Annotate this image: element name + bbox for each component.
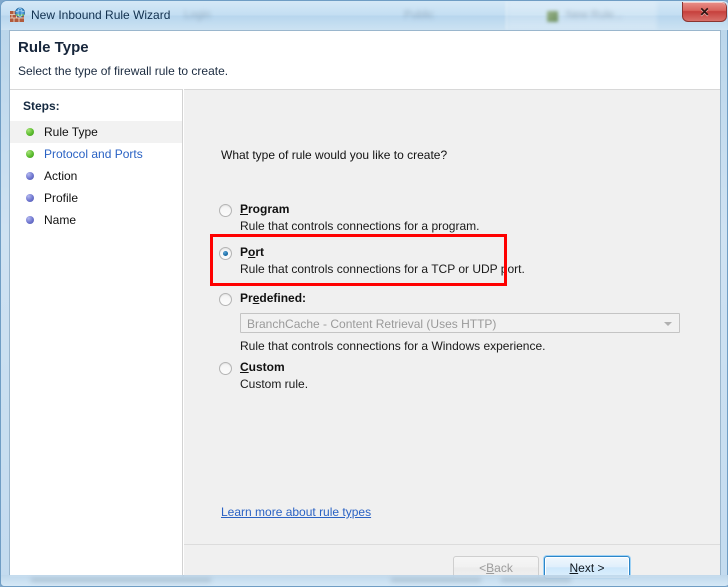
step-bullet-icon [26, 216, 34, 224]
sidebar-item-label: Protocol and Ports [44, 147, 143, 161]
ghost-background-divider [506, 1, 507, 30]
window-title: New Inbound Rule Wizard [31, 8, 171, 22]
firewall-globe-icon [10, 7, 25, 22]
option-program-label-rest: rogram [248, 202, 290, 216]
sidebar-item-protocol-and-ports[interactable]: Protocol and Ports [10, 143, 182, 165]
wizard-window: Login Public New Rule... New Inbound Rul… [0, 0, 728, 587]
radio-port[interactable] [219, 247, 232, 260]
option-port-label-rest: rt [255, 245, 265, 259]
option-port-label[interactable]: Port [240, 245, 264, 259]
wizard-main-pane: What type of rule would you like to crea… [184, 89, 720, 579]
option-custom-label-rest: ustom [248, 360, 285, 374]
sidebar-item-rule-type[interactable]: Rule Type [10, 121, 182, 143]
sidebar-item-label: Name [44, 213, 77, 227]
step-bullet-icon [26, 172, 34, 180]
wizard-client-area: Rule Type Select the type of firewall ru… [9, 30, 721, 579]
ghost-background-tab [507, 1, 657, 30]
step-bullet-icon [26, 194, 34, 202]
ghost-background-publisher: Public [404, 9, 434, 21]
back-button-prefix: < [479, 560, 487, 575]
back-button-accel: B [486, 560, 495, 575]
next-button-label-rest: ext > [578, 560, 605, 575]
option-port-description: Rule that controls connections for a TCP… [240, 262, 525, 276]
footer-separator [184, 544, 720, 545]
sidebar-item-label: Profile [44, 191, 79, 205]
sidebar-item-label: Rule Type [44, 125, 98, 139]
steps-list: Rule Type Protocol and Ports Action Prof… [10, 121, 182, 231]
step-bullet-icon [26, 150, 34, 158]
option-custom-description: Custom rule. [240, 377, 309, 391]
annotation-highlight-box [210, 234, 507, 286]
option-program-accel: P [240, 202, 249, 216]
title-bar[interactable]: Login Public New Rule... New Inbound Rul… [1, 1, 728, 30]
sidebar-item-label: Action [44, 169, 78, 183]
steps-sidebar: Steps: Rule Type Protocol and Ports Acti… [10, 89, 183, 577]
option-predefined-label-rest: defined: [259, 291, 307, 305]
ghost-background-icon [547, 11, 558, 22]
back-button-label-rest: ack [494, 560, 513, 575]
option-custom-label[interactable]: Custom [240, 360, 285, 374]
radio-custom[interactable] [219, 362, 232, 375]
predefined-combobox[interactable]: BranchCache - Content Retrieval (Uses HT… [240, 313, 680, 333]
sidebar-item-action[interactable]: Action [10, 165, 182, 187]
option-port-label-pre: P [240, 245, 249, 259]
close-button[interactable]: ✕ [682, 2, 727, 22]
radio-program[interactable] [219, 204, 232, 217]
option-program-description: Rule that controls connections for a pro… [240, 219, 480, 233]
predefined-combobox-value: BranchCache - Content Retrieval (Uses HT… [247, 317, 497, 331]
option-program-label[interactable]: Program [240, 202, 289, 216]
ghost-bottom-smear [391, 578, 481, 582]
option-predefined-label[interactable]: Predefined: [240, 291, 306, 305]
option-predefined-description: Rule that controls connections for a Win… [240, 339, 546, 353]
step-bullet-icon [26, 128, 34, 136]
ghost-bottom-smear [31, 578, 211, 582]
close-icon: ✕ [699, 4, 710, 19]
ghost-bottom-smear [501, 578, 571, 582]
page-subtitle: Select the type of firewall rule to crea… [18, 64, 229, 78]
ghost-background-title: Login [184, 9, 211, 21]
window-bottom-frame [1, 575, 728, 586]
option-custom-accel: C [240, 360, 249, 374]
learn-more-link[interactable]: Learn more about rule types [221, 505, 371, 519]
next-button-accel: N [569, 560, 579, 575]
chevron-down-icon [664, 322, 672, 326]
wizard-header: Rule Type Select the type of firewall ru… [10, 31, 720, 89]
question-text: What type of rule would you like to crea… [221, 148, 448, 162]
option-predefined-label-pre: Pr [240, 291, 253, 305]
sidebar-item-profile[interactable]: Profile [10, 187, 182, 209]
sidebar-item-name[interactable]: Name [10, 209, 182, 231]
steps-label: Steps: [23, 99, 60, 113]
page-title: Rule Type [18, 39, 89, 56]
radio-predefined[interactable] [219, 293, 232, 306]
